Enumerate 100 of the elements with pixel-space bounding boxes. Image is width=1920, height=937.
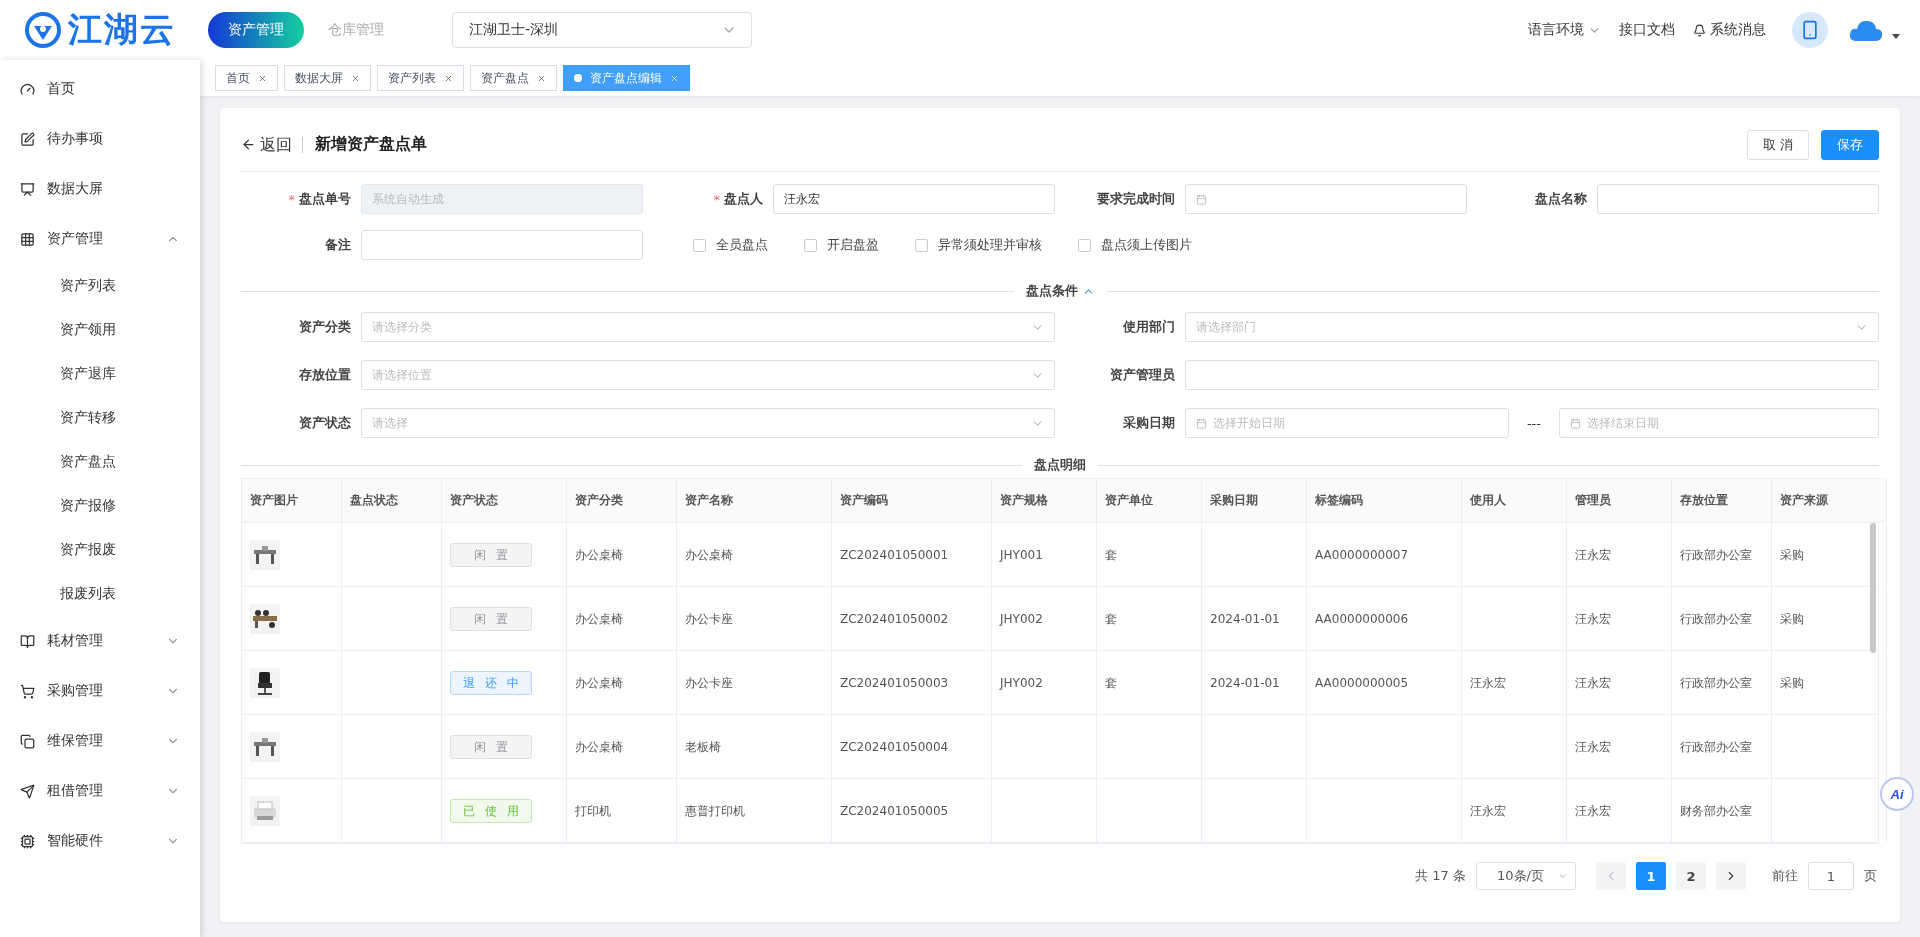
sidebar-item[interactable]: 智能硬件 — [0, 816, 200, 866]
table-cell-text: 汪永宏 — [1470, 802, 1506, 820]
field-label: 使用部门 — [1121, 318, 1175, 336]
table-cell-text: 汪永宏 — [1575, 674, 1611, 692]
close-icon[interactable] — [444, 73, 453, 83]
sidebar-item[interactable]: 租借管理 — [0, 766, 200, 816]
page-suffix: 页 — [1864, 867, 1877, 885]
sidebar-subitem[interactable]: 资产转移 — [0, 396, 200, 440]
column-header: 资产分类 — [567, 479, 677, 522]
sidebar-subitem[interactable]: 资产报修 — [0, 484, 200, 528]
sidebar-item[interactable]: 资产管理 — [0, 214, 200, 264]
field-label: 资产分类 — [298, 318, 351, 336]
input-field[interactable] — [1185, 184, 1467, 214]
header-link[interactable]: 接口文档 — [1619, 21, 1675, 39]
next-page-button[interactable] — [1716, 862, 1746, 890]
table-cell-text: AA0000000006 — [1315, 610, 1409, 628]
table-cell-text: JHY002 — [1000, 674, 1043, 692]
table-cell-text: ZC202401050005 — [840, 802, 949, 820]
ai-assistant-button[interactable]: Ai — [1880, 777, 1914, 811]
close-icon[interactable] — [670, 73, 679, 83]
table-cell-text: ZC202401050002 — [840, 610, 949, 628]
close-icon[interactable] — [351, 73, 360, 83]
sidebar-subitem[interactable]: 资产报废 — [0, 528, 200, 572]
sidebar-item[interactable]: 耗材管理 — [0, 616, 200, 666]
column-header: 资产名称 — [677, 479, 832, 522]
table-cell-text: ZC202401050003 — [840, 674, 949, 692]
bell-icon — [1693, 23, 1706, 37]
checkbox[interactable]: 全员盘点 — [693, 236, 768, 254]
sidebar-subitem[interactable]: 资产盘点 — [0, 440, 200, 484]
sidebar-subitem[interactable]: 报废列表 — [0, 572, 200, 616]
checkbox[interactable]: 异常须处理并审核 — [915, 236, 1042, 254]
logo-icon — [24, 11, 62, 49]
table-cell-text: 办公卡座 — [685, 674, 733, 692]
input-field[interactable] — [1185, 360, 1879, 390]
close-icon[interactable] — [258, 73, 267, 83]
page-tab[interactable]: 数据大屏 — [284, 65, 371, 91]
sidebar-item[interactable]: 首页 — [0, 64, 200, 114]
org-select[interactable]: 江湖卫士-深圳 — [452, 12, 752, 48]
table-cell-text: 套 — [1105, 674, 1117, 692]
field-label: 备注 — [325, 236, 351, 254]
table-cell-text: 办公卡座 — [685, 610, 733, 628]
table-cell-text: 采购 — [1780, 610, 1804, 628]
table-cell-text: 办公桌椅 — [575, 738, 623, 756]
scrollbar-thumb[interactable] — [1870, 523, 1876, 653]
goto-label: 前往 — [1772, 867, 1798, 885]
section-title: 盘点明细 — [1034, 456, 1086, 474]
table-cell-text: 办公桌椅 — [575, 546, 623, 564]
sidebar-subitem[interactable]: 资产退库 — [0, 352, 200, 396]
calendar-icon — [1570, 417, 1581, 429]
input-field[interactable] — [361, 230, 643, 260]
table-cell-text: 套 — [1105, 610, 1117, 628]
sidebar-subitem[interactable]: 资产列表 — [0, 264, 200, 308]
column-header: 管理员 — [1567, 479, 1672, 522]
field-label: 资产管理员 — [1109, 366, 1175, 384]
column-header: 资产图片 — [242, 479, 342, 522]
input-field[interactable] — [1597, 184, 1879, 214]
sidebar-item[interactable]: 待办事项 — [0, 114, 200, 164]
sidebar-item[interactable]: 维保管理 — [0, 716, 200, 766]
checkbox[interactable]: 盘点须上传图片 — [1078, 236, 1192, 254]
table-cell-text: AA0000000005 — [1315, 674, 1409, 692]
input-field[interactable]: 汪永宏 — [773, 184, 1055, 214]
checkbox[interactable]: 开启盘盈 — [804, 236, 879, 254]
column-header: 盘点状态 — [342, 479, 442, 522]
sidebar-item[interactable]: 数据大屏 — [0, 164, 200, 214]
page-title: 新增资产盘点单 — [315, 134, 427, 155]
close-icon[interactable] — [537, 73, 546, 83]
logo-text: 江湖云 — [68, 8, 176, 51]
calendar-icon — [1196, 417, 1207, 429]
active-dot — [574, 74, 582, 82]
table-cell-text: 汪永宏 — [1470, 674, 1506, 692]
table-cell-text: 汪永宏 — [1575, 738, 1611, 756]
page-tab[interactable]: 资产列表 — [377, 65, 464, 91]
cancel-button[interactable]: 取 消 — [1746, 129, 1809, 160]
table-cell-text: 办公桌椅 — [685, 546, 733, 564]
page-tab[interactable]: 资产盘点 — [470, 65, 557, 91]
header-link[interactable]: 系统消息 — [1693, 21, 1766, 39]
column-header: 资产编码 — [832, 479, 992, 522]
sidebar-subitem[interactable]: 资产领用 — [0, 308, 200, 352]
page-tab[interactable]: 首页 — [215, 65, 278, 91]
page-button[interactable]: 2 — [1676, 862, 1706, 890]
phone-button[interactable] — [1792, 12, 1828, 48]
page-size-select[interactable]: 10条/页 — [1476, 862, 1576, 890]
table-cell-text: 汪永宏 — [1575, 610, 1611, 628]
table-cell-text: 汪永宏 — [1575, 546, 1611, 564]
sidebar-item[interactable]: 采购管理 — [0, 666, 200, 716]
table-cell-text: 财务部办公室 — [1680, 802, 1752, 820]
nav-tab[interactable]: 资产管理 — [208, 12, 304, 48]
caret-icon[interactable] — [1892, 34, 1900, 40]
table-cell-text: 行政部办公室 — [1680, 610, 1752, 628]
required-mark: * — [288, 191, 295, 207]
field-label: 采购日期 — [1122, 414, 1175, 432]
table-cell-text: 老板椅 — [685, 738, 721, 756]
header-link[interactable]: 语言环境 — [1528, 21, 1601, 39]
page-input[interactable]: 1 — [1808, 862, 1854, 890]
table-cell-text: 2024-01-01 — [1210, 674, 1280, 692]
table-cell-text: 2024-01-01 — [1210, 610, 1280, 628]
column-header: 资产单位 — [1097, 479, 1202, 522]
table-cell-text: JHY002 — [1000, 610, 1043, 628]
back-link[interactable]: 返回 — [241, 136, 303, 153]
status-tag: 退还中 — [450, 670, 532, 695]
